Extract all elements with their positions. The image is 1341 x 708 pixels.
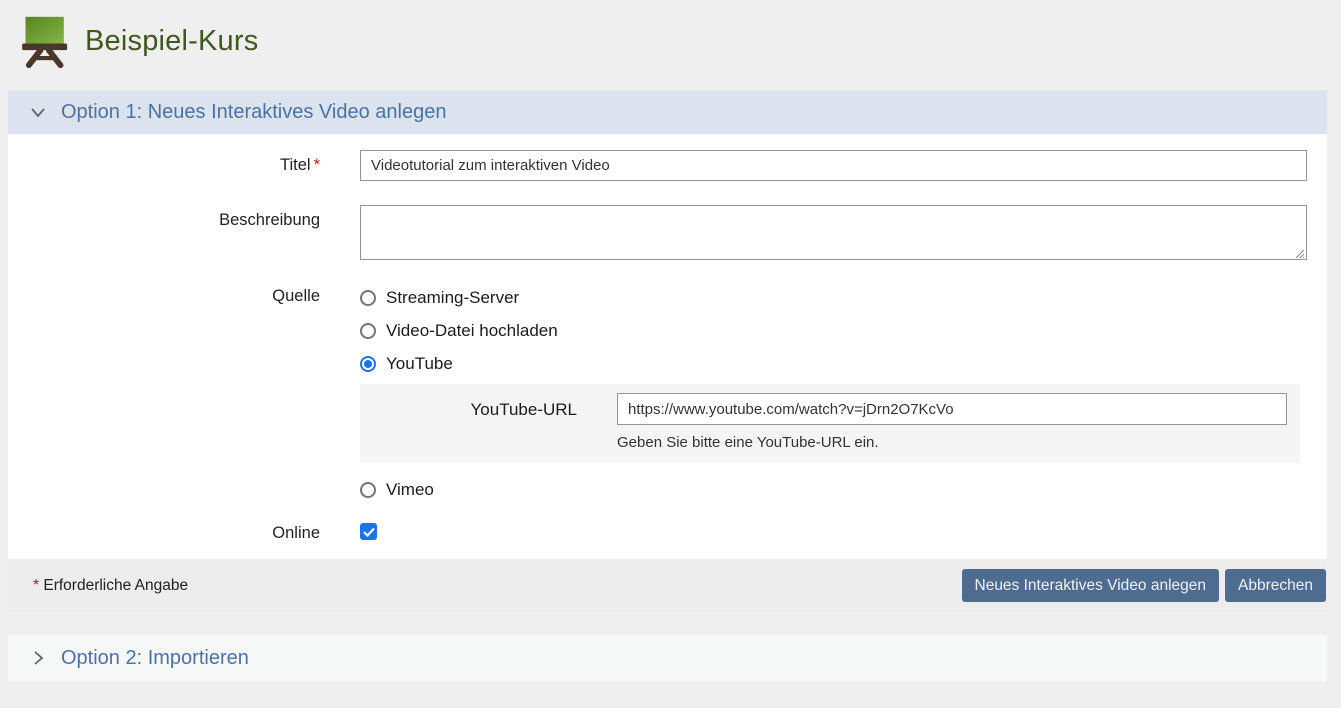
radio-unchecked-icon xyxy=(360,290,376,306)
radio-checked-icon xyxy=(360,356,376,372)
required-asterisk: * xyxy=(33,577,39,594)
youtube-url-label: YouTube-URL xyxy=(360,393,617,420)
chevron-right-icon xyxy=(28,648,48,668)
titel-row: Titel* xyxy=(8,150,1327,181)
quelle-label: Quelle xyxy=(8,281,360,306)
online-label: Online xyxy=(8,518,360,543)
beschreibung-label: Beschreibung xyxy=(8,205,360,230)
titel-input[interactable] xyxy=(360,150,1307,181)
radio-unchecked-icon xyxy=(360,482,376,498)
section-title-option2: Option 2: Importieren xyxy=(61,647,249,670)
option1-form: Titel* Beschreibung Quelle Streaming-Ser… xyxy=(8,134,1327,559)
section-header-option2[interactable]: Option 2: Importieren xyxy=(8,635,1327,681)
section-header-option1[interactable]: Option 1: Neues Interaktives Video anleg… xyxy=(8,90,1327,134)
titel-label: Titel* xyxy=(8,150,360,175)
radio-unchecked-icon xyxy=(360,323,376,339)
checkmark-icon xyxy=(363,527,375,537)
radio-label: Vimeo xyxy=(386,480,434,500)
radio-option-streaming-server[interactable]: Streaming-Server xyxy=(360,281,1300,314)
form-footer: * Erforderliche Angabe Neues Interaktive… xyxy=(8,559,1327,612)
youtube-url-box: YouTube-URL Geben Sie bitte eine YouTube… xyxy=(360,384,1300,463)
radio-option-youtube[interactable]: YouTube xyxy=(360,347,1300,380)
beschreibung-textarea[interactable] xyxy=(360,205,1307,260)
create-interactive-video-button[interactable]: Neues Interaktives Video anlegen xyxy=(962,569,1220,602)
radio-label: YouTube xyxy=(386,354,453,374)
section-gap xyxy=(0,612,1341,635)
cancel-button[interactable]: Abbrechen xyxy=(1225,569,1326,602)
option2-panel: Option 2: Importieren xyxy=(8,635,1327,681)
beschreibung-row: Beschreibung xyxy=(8,205,1327,260)
radio-option-vimeo[interactable]: Vimeo xyxy=(360,473,1300,506)
easel-board-icon xyxy=(18,14,68,68)
quelle-row: Quelle Streaming-Server Video-Datei hoch… xyxy=(8,281,1327,506)
youtube-url-input[interactable] xyxy=(617,393,1287,425)
radio-option-video-datei[interactable]: Video-Datei hochladen xyxy=(360,314,1300,347)
online-checkbox-checked[interactable] xyxy=(360,523,377,540)
app-header: Beispiel-Kurs xyxy=(0,0,1341,90)
radio-label: Video-Datei hochladen xyxy=(386,321,558,341)
online-row: Online xyxy=(8,518,1327,543)
radio-label: Streaming-Server xyxy=(386,288,519,308)
chevron-down-icon xyxy=(28,102,48,122)
section-title-option1: Option 1: Neues Interaktives Video anleg… xyxy=(61,101,446,124)
option1-panel: Option 1: Neues Interaktives Video anleg… xyxy=(8,90,1327,612)
textarea-resize-handle[interactable] xyxy=(1293,246,1305,258)
required-note: * Erforderliche Angabe xyxy=(30,577,188,595)
required-asterisk: * xyxy=(314,156,320,174)
page-title: Beispiel-Kurs xyxy=(85,25,258,58)
youtube-url-hint: Geben Sie bitte eine YouTube-URL ein. xyxy=(617,434,1300,451)
